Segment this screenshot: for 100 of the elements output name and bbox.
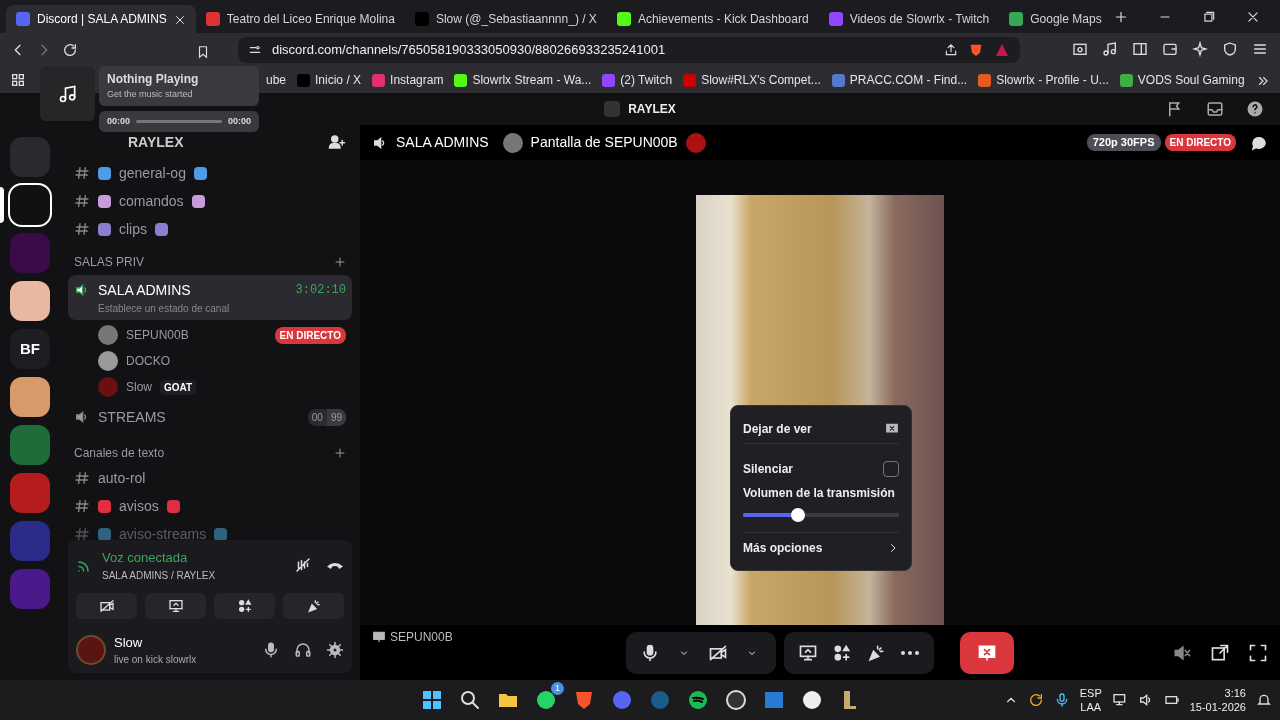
- music-app-icon[interactable]: [686, 688, 710, 712]
- windows-start-icon[interactable]: [420, 688, 444, 712]
- sync-icon[interactable]: [1027, 692, 1044, 708]
- noise-suppression-icon[interactable]: [294, 556, 312, 575]
- restore-icon[interactable]: [1202, 9, 1216, 24]
- monitor-icon: [372, 630, 386, 644]
- user-status[interactable]: live on kick slowrlx: [114, 652, 197, 667]
- record-icon[interactable]: [724, 688, 748, 712]
- apps-grid-icon[interactable]: [10, 72, 26, 88]
- voice-location[interactable]: SALA ADMINS / RAYLEX: [102, 567, 216, 583]
- bookmark-icon[interactable]: [196, 43, 210, 60]
- server-name[interactable]: RAYLEX: [128, 131, 184, 153]
- fullscreen-icon[interactable]: [1248, 642, 1268, 663]
- add-channel-icon[interactable]: [334, 256, 346, 268]
- stop-watching-option[interactable]: Dejar de ver: [743, 419, 812, 438]
- username[interactable]: Slow: [114, 632, 197, 652]
- add-channel-icon[interactable]: [334, 447, 346, 459]
- shield-icon[interactable]: [1222, 41, 1238, 57]
- text-channel[interactable]: avisos: [68, 492, 352, 520]
- more-icon: [901, 650, 919, 655]
- bookmark-link[interactable]: Slow#RLX's Compet...: [683, 71, 821, 89]
- bookmark-link[interactable]: VODS Soul Gaming: [1119, 71, 1245, 89]
- popout-icon[interactable]: [1210, 642, 1230, 663]
- camera-off-icon: [98, 597, 115, 614]
- reader-icon[interactable]: [1072, 41, 1088, 57]
- stop-stream-icon[interactable]: [885, 421, 899, 436]
- soundboard-button[interactable]: [283, 592, 344, 619]
- music-tile[interactable]: [40, 66, 95, 121]
- server-icon[interactable]: BF: [10, 329, 50, 369]
- server-icon[interactable]: [10, 281, 50, 321]
- voice-channel[interactable]: STREAMS 00 99: [68, 402, 352, 432]
- member-name[interactable]: DOCKO: [126, 352, 170, 370]
- clock-time[interactable]: 3:16: [1189, 685, 1246, 700]
- bookmark-link[interactable]: PRACC.COM - Find...: [831, 71, 968, 89]
- search-icon[interactable]: [458, 688, 482, 712]
- headphones-icon[interactable]: [294, 640, 312, 659]
- voice-channel[interactable]: SALA ADMINS 3:02:10 Establece un estado de canal: [68, 275, 352, 320]
- favicon-icon: [683, 73, 697, 87]
- avatar-icon[interactable]: [98, 351, 118, 371]
- clock-date[interactable]: 15-01-2026: [1189, 700, 1246, 715]
- close-icon[interactable]: [173, 13, 186, 26]
- settings-icon[interactable]: [326, 640, 344, 659]
- wallet-icon[interactable]: [1162, 41, 1178, 57]
- triangle-icon[interactable]: [994, 42, 1010, 58]
- stream-title: Pantalla de SEPUN00B: [530, 133, 678, 152]
- server-icon[interactable]: [10, 185, 50, 225]
- browser-tab[interactable]: Videos de Slowrlx - Twitch: [818, 5, 1000, 33]
- bookmark-link[interactable]: Slowrlx - Profile - U...: [978, 71, 1109, 89]
- microphone-icon[interactable]: [262, 640, 280, 659]
- member-name[interactable]: Slow: [126, 378, 152, 396]
- keyboard-layout[interactable]: LAA: [1079, 700, 1102, 715]
- slider-thumb[interactable]: [790, 508, 805, 522]
- bookmark-link[interactable]: Instagram: [372, 71, 444, 89]
- avatar-icon[interactable]: [98, 325, 118, 345]
- screen-share-icon: [167, 597, 184, 614]
- text-channel[interactable]: auto-rol: [68, 464, 352, 492]
- activities-button[interactable]: [214, 592, 275, 619]
- music-note-icon[interactable]: [1102, 41, 1118, 57]
- close-icon[interactable]: [1246, 9, 1260, 24]
- screen-share-button[interactable]: [145, 592, 206, 619]
- favicon-icon: [828, 12, 843, 26]
- help-icon[interactable]: [1246, 100, 1264, 118]
- bookmark-link[interactable]: (2) Twitch: [602, 71, 673, 89]
- new-tab-icon[interactable]: [1114, 9, 1128, 24]
- network-icon[interactable]: [1111, 692, 1128, 708]
- add-member-icon[interactable]: [328, 133, 346, 151]
- bookmark-link[interactable]: Inicio / X: [297, 71, 362, 89]
- inbox-icon[interactable]: [1206, 100, 1224, 118]
- browser-tab[interactable]: Discord | SALA ADMINS: [6, 5, 196, 33]
- share-icon[interactable]: [944, 43, 958, 57]
- more-options-option[interactable]: Más opciones: [743, 538, 823, 557]
- text-channel[interactable]: comandos: [68, 187, 352, 215]
- browser-tab[interactable]: Google Maps: [999, 5, 1112, 33]
- server-icon[interactable]: [10, 377, 50, 417]
- stop-stream-button[interactable]: [960, 631, 1014, 674]
- channel-status[interactable]: Establece un estado de canal: [74, 301, 346, 316]
- mute-checkbox[interactable]: [883, 461, 899, 477]
- bookmark-link[interactable]: Slowrlx Stream - Wa...: [454, 71, 592, 89]
- reload-icon[interactable]: [62, 42, 78, 58]
- sparkle-icon[interactable]: [1192, 41, 1208, 57]
- sidebar-icon[interactable]: [1132, 41, 1148, 57]
- input-language[interactable]: ESP: [1079, 685, 1102, 700]
- member-name[interactable]: SEPUN00B: [126, 326, 189, 344]
- text-channel[interactable]: clips: [68, 215, 352, 243]
- browser-tab[interactable]: Slow (@_Sebastiaannnn_) / X: [404, 5, 607, 33]
- lion-shield-icon[interactable]: [968, 42, 984, 58]
- volume-label: Volumen de la transmisión: [743, 485, 896, 502]
- text-channel[interactable]: general-og: [68, 159, 352, 187]
- browser-tab[interactable]: Teatro del Liceo Enrique Molina: [195, 5, 405, 33]
- notification-bell-icon[interactable]: [1256, 692, 1272, 708]
- category-header[interactable]: SALAS PRIV: [74, 253, 145, 271]
- browser-tab[interactable]: Achievements - Kick Dashboard: [606, 5, 819, 33]
- camera-off-button[interactable]: [76, 592, 137, 619]
- elapsed-time: 00:00: [107, 114, 131, 128]
- category-header[interactable]: Canales de texto: [74, 444, 165, 462]
- bookmark-link[interactable]: ube: [266, 71, 287, 89]
- voice-status[interactable]: Voz conectada: [102, 548, 216, 568]
- menu-icon[interactable]: [1252, 41, 1268, 57]
- avatar-icon: [502, 132, 523, 153]
- mute-label: Silenciar: [743, 461, 794, 478]
